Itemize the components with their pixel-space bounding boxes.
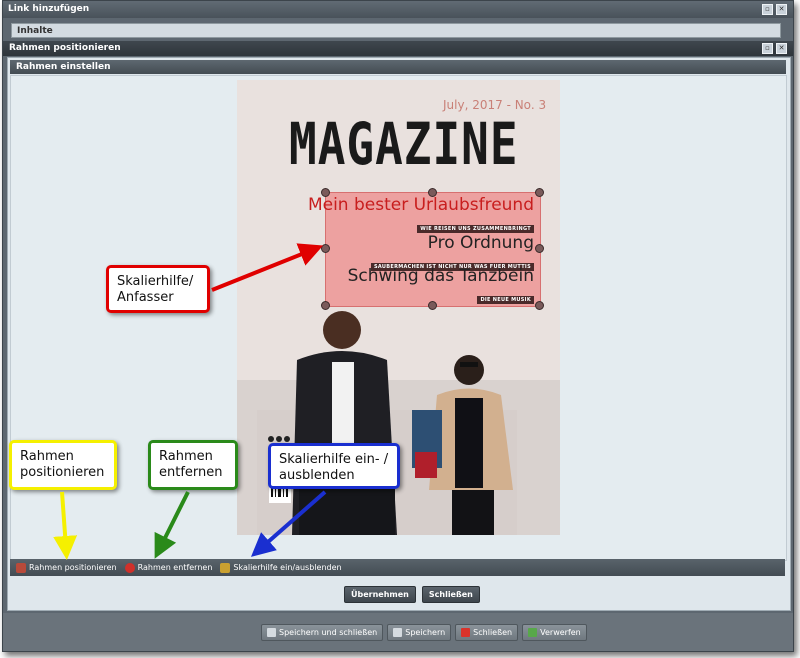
- resize-handle-sw[interactable]: [321, 301, 330, 310]
- callout-remove: Rahmen entfernen: [148, 440, 238, 490]
- toggle-scale-helper-button[interactable]: Skalierhilfe ein/ausblenden: [220, 562, 342, 573]
- outer-titlebar: Link hinzufügen ▫ ✕: [3, 1, 793, 18]
- close-icon: [461, 628, 471, 637]
- panel-header: Rahmen einstellen: [10, 60, 786, 74]
- link-dialog-window: Link hinzufügen ▫ ✕ Inhalte Rahmen posit…: [2, 0, 794, 652]
- callout-handle: Skalierhilfe/ Anfasser: [106, 265, 210, 313]
- story-3: Schwing das Tanzbein DIE NEUE MUSIK: [348, 266, 534, 305]
- resize-handle-nw[interactable]: [321, 188, 330, 197]
- inner-window-title: Rahmen positionieren: [9, 43, 121, 53]
- frame-toolbar: Rahmen positionieren Rahmen entfernen Sk…: [10, 559, 785, 576]
- save-icon: [267, 628, 276, 637]
- resize-handle-w[interactable]: [321, 244, 330, 253]
- image-canvas: July, 2017 - No. 3 MAGAZINE Mein bester …: [10, 75, 787, 561]
- discard-icon: [528, 628, 538, 637]
- resize-handle-n[interactable]: [428, 188, 437, 197]
- resize-handle-ne[interactable]: [535, 188, 544, 197]
- toggle-scale-helper-label: Skalierhilfe ein/ausblenden: [233, 563, 342, 572]
- save-and-close-button[interactable]: Speichern und schließen: [261, 624, 384, 641]
- frame-selection[interactable]: Mein bester Urlaubsfreund WIE REISEN UNS…: [308, 192, 541, 307]
- restore-icon[interactable]: ▫: [762, 4, 773, 15]
- footer-bar: Speichern und schließen Speichern Schlie…: [3, 613, 793, 651]
- save-label: Speichern: [405, 628, 446, 637]
- position-frame-label: Rahmen positionieren: [29, 563, 117, 572]
- position-frame-button[interactable]: Rahmen positionieren: [16, 562, 117, 573]
- story-1: Mein bester Urlaubsfreund WIE REISEN UNS…: [308, 195, 534, 234]
- story-3-subtitle: DIE NEUE MUSIK: [477, 296, 534, 304]
- callout-toggle: Skalierhilfe ein- / ausblenden: [268, 443, 400, 489]
- resize-handle-e[interactable]: [535, 244, 544, 253]
- remove-icon: [124, 562, 135, 573]
- frame-dialog: Rahmen einstellen July, 2017 - No. 3 MAG…: [7, 57, 791, 611]
- save-and-close-label: Speichern und schließen: [279, 628, 378, 637]
- outer-window-title: Link hinzufügen: [8, 4, 90, 14]
- apply-button[interactable]: Übernehmen: [344, 586, 416, 603]
- remove-frame-label: Rahmen entfernen: [137, 563, 213, 572]
- tab-inhalte-label: Inhalte: [17, 26, 53, 36]
- inner-titlebar: Rahmen positionieren ▫ ✕: [3, 41, 793, 56]
- dialog-buttons: Übernehmen Schließen: [344, 586, 480, 603]
- resize-handle-se[interactable]: [535, 301, 544, 310]
- story-3-title: Schwing das Tanzbein: [347, 266, 534, 286]
- story-2-title: Pro Ordnung: [427, 233, 534, 253]
- story-1-title: Mein bester Urlaubsfreund: [307, 195, 534, 215]
- close-icon[interactable]: ✕: [776, 4, 787, 15]
- save-button[interactable]: Speichern: [387, 624, 452, 641]
- footer-close-button[interactable]: Schließen: [455, 624, 519, 641]
- tab-inhalte[interactable]: Inhalte: [11, 23, 781, 38]
- crop-tools-icon: [16, 562, 26, 573]
- scale-helper-icon: [220, 562, 231, 573]
- restore-icon[interactable]: ▫: [762, 43, 773, 54]
- magazine-title: MAGAZINE: [289, 110, 519, 178]
- remove-frame-button[interactable]: Rahmen entfernen: [124, 562, 213, 573]
- close-button[interactable]: Schließen: [421, 586, 480, 603]
- discard-label: Verwerfen: [540, 628, 581, 637]
- save-icon: [393, 628, 403, 637]
- story-1-subtitle: WIE REISEN UNS ZUSAMMENBRINGT: [417, 225, 534, 233]
- resize-handle-s[interactable]: [428, 301, 437, 310]
- close-icon[interactable]: ✕: [776, 43, 787, 54]
- panel-title: Rahmen einstellen: [16, 62, 111, 72]
- footer-close-label: Schließen: [473, 628, 513, 637]
- discard-button[interactable]: Verwerfen: [522, 624, 587, 641]
- callout-position: Rahmen positionieren: [9, 440, 117, 490]
